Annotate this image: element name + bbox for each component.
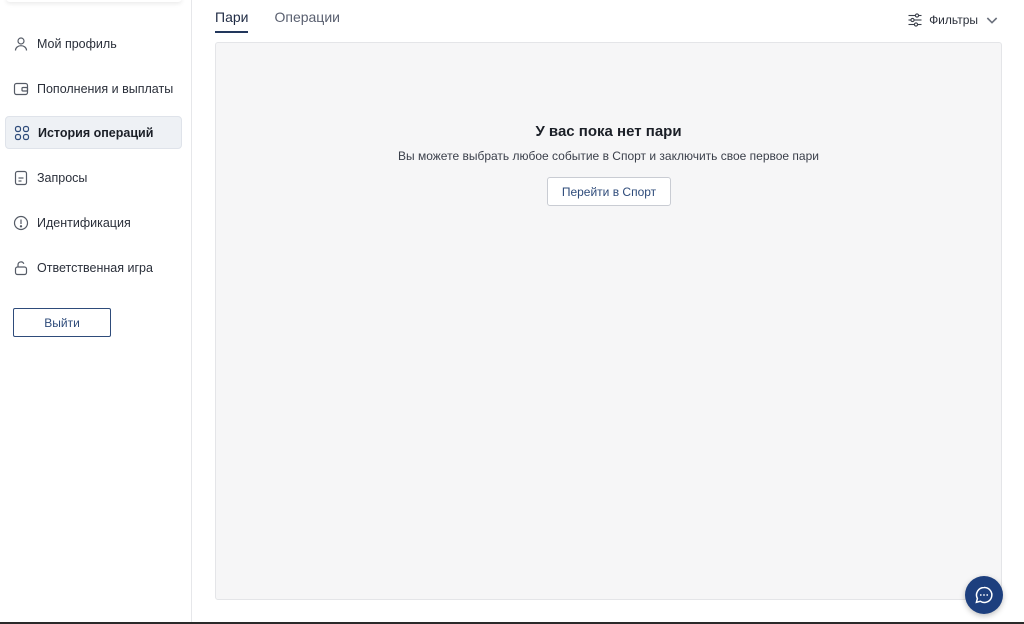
wallet-icon [13, 81, 29, 97]
logout-button[interactable]: Выйти [13, 308, 111, 337]
sidebar-item-label: Идентификация [37, 215, 131, 230]
chat-bubble-icon [974, 585, 994, 605]
grid-icon [14, 125, 30, 141]
sidebar-item-label: Пополнения и выплаты [37, 81, 174, 96]
go-to-sport-button[interactable]: Перейти в Спорт [547, 177, 671, 206]
alert-circle-icon [13, 215, 29, 231]
sidebar-item-label: История операций [38, 125, 154, 140]
sidebar-item-history[interactable]: История операций [5, 116, 182, 149]
sidebar-item-identification[interactable]: Идентификация [5, 206, 182, 239]
sidebar-top-card [6, 0, 182, 2]
tab-operations[interactable]: Операции [274, 0, 340, 33]
tabs-bar: Пари Операции [215, 0, 340, 33]
sidebar-item-profile[interactable]: Мой профиль [5, 27, 182, 60]
user-icon [13, 36, 29, 52]
sidebar-item-label: Запросы [37, 170, 88, 185]
chevron-down-icon [984, 12, 1000, 28]
sidebar-item-label: Мой профиль [37, 36, 117, 51]
chat-button[interactable] [965, 576, 1003, 614]
tab-bets[interactable]: Пари [215, 0, 249, 33]
sidebar: Мой профиль Пополнения и выплаты История… [0, 0, 192, 624]
document-icon [13, 170, 29, 186]
sliders-icon [907, 12, 923, 28]
content-panel: У вас пока нет пари Вы можете выбрать лю… [215, 42, 1002, 600]
lock-icon [13, 260, 29, 276]
sidebar-item-responsible-gaming[interactable]: Ответственная игра [5, 251, 182, 284]
filters-label: Фильтры [929, 13, 978, 27]
sidebar-item-deposits[interactable]: Пополнения и выплаты [5, 72, 182, 105]
empty-state-text: Вы можете выбрать любое событие в Спорт … [398, 149, 819, 163]
empty-state-title: У вас пока нет пари [535, 123, 682, 140]
sidebar-item-label: Ответственная игра [37, 260, 153, 275]
sidebar-item-requests[interactable]: Запросы [5, 161, 182, 194]
filters-button[interactable]: Фильтры [907, 10, 1000, 30]
